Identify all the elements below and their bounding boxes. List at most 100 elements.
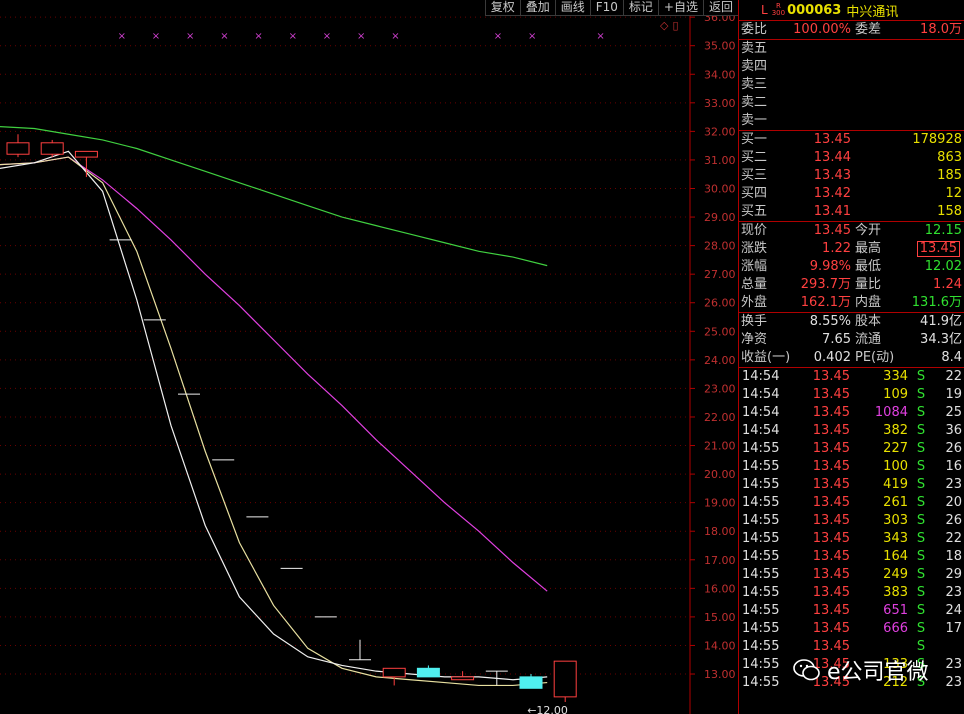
- quote-label: 外盘: [741, 295, 768, 310]
- tick-count: 23: [945, 585, 962, 600]
- tick-list[interactable]: 14:54 13.45 334 S 22 14:54 13.45 109 S 19…: [739, 368, 964, 692]
- tick-count: 23: [945, 675, 962, 690]
- ask-row[interactable]: 卖五: [739, 40, 964, 58]
- tick-side: S: [916, 495, 926, 510]
- tick-volume: 419: [883, 477, 908, 492]
- tick-time: 14:55: [742, 513, 780, 528]
- y-tick-label: 23.00: [704, 382, 736, 395]
- y-tick-label: 20.00: [704, 468, 736, 481]
- tick-row[interactable]: 14:55 13.45 303 S 26: [739, 512, 964, 530]
- fund-label-2: 流通: [855, 332, 882, 347]
- quote-row: 外盘 162.1万 内盘 131.6万: [739, 294, 964, 312]
- quote-label-2: 量比: [855, 277, 882, 292]
- quote-value-2: 12.15: [924, 223, 962, 238]
- tick-row[interactable]: 14:55 13.45 666 S 17: [739, 620, 964, 638]
- x-marker: ×: [391, 31, 399, 42]
- tick-price: 13.45: [812, 567, 850, 582]
- tick-count: [934, 638, 962, 656]
- x-marker: ×: [323, 31, 331, 42]
- tick-time: 14:55: [742, 603, 780, 618]
- tick-count: 16: [945, 459, 962, 474]
- toolbar-button-6[interactable]: 返回: [702, 0, 738, 16]
- tick-row[interactable]: 14:55 13.45 261 S 20: [739, 494, 964, 512]
- tick-time: 14:55: [742, 531, 780, 546]
- x-marker: ×: [220, 31, 228, 42]
- wechat-icon: [793, 659, 820, 681]
- toolbar-button-4[interactable]: 标记: [622, 0, 658, 16]
- tick-time: 14:55: [742, 441, 780, 456]
- bid-row[interactable]: 买五 13.41 158: [739, 203, 964, 221]
- tick-row[interactable]: 14:55 13.45 383 S 23: [739, 584, 964, 602]
- ask-row[interactable]: 卖三: [739, 76, 964, 94]
- tick-row[interactable]: 14:54 13.45 109 S 19: [739, 386, 964, 404]
- tick-price: 13.45: [812, 549, 850, 564]
- fund-label: 收益(一): [741, 350, 791, 365]
- y-tick-label: 32.00: [704, 125, 736, 138]
- quote-label: 总量: [741, 277, 768, 292]
- order-diff-label: 委差: [855, 22, 882, 37]
- kline-chart[interactable]: 36.0035.0034.0033.0032.0031.0030.0029.00…: [0, 0, 738, 714]
- bid-price: 13.42: [813, 186, 851, 201]
- bid-row[interactable]: 买四 13.42 12: [739, 185, 964, 203]
- tick-count: 26: [945, 441, 962, 456]
- quote-row: 现价 13.45 今开 12.15: [739, 222, 964, 240]
- ask-row[interactable]: 卖二: [739, 94, 964, 112]
- candle-body: [519, 676, 543, 689]
- quote-value-2: 13.45: [916, 241, 960, 257]
- fund-label: 换手: [741, 314, 768, 329]
- window-icon[interactable]: ▯: [672, 19, 678, 32]
- tick-price: 13.45: [812, 441, 850, 456]
- x-marker: ×: [118, 31, 126, 42]
- kline-chart-area[interactable]: 36.00 35.00 34.00 33.00 32.00 31.00 30.00 29.00…: [0, 0, 738, 714]
- diamond-icon[interactable]: ◇: [660, 19, 668, 32]
- tick-row[interactable]: 14:55 13.45 249 S 29: [739, 566, 964, 584]
- tick-row[interactable]: 14:54 13.45 334 S 22: [739, 368, 964, 386]
- tick-row[interactable]: 14:55 13.45 343 S 22: [739, 530, 964, 548]
- candle-body: [40, 142, 64, 155]
- ask-row[interactable]: 卖一: [739, 112, 964, 130]
- candle-body: [451, 676, 475, 681]
- tick-row[interactable]: 14:55 13.45 419 S 23: [739, 476, 964, 494]
- tick-time: 14:55: [742, 459, 780, 474]
- toolbar-button-2[interactable]: 画线: [554, 0, 590, 16]
- bid-row[interactable]: 买一 13.45 178928: [739, 131, 964, 149]
- toolbar-button-0[interactable]: 复权: [484, 0, 520, 16]
- toolbar-button-3[interactable]: F10: [589, 0, 623, 16]
- toolbar-button-5[interactable]: +自选: [657, 0, 703, 16]
- chart-toolbar: 复权 叠加 画线 F10 标记 +自选 返回: [484, 0, 738, 16]
- tick-time: 14:54: [742, 405, 780, 420]
- tick-volume: 227: [883, 441, 908, 456]
- fundamental-row: 收益(一) 0.402 PE(动) 8.4: [739, 349, 964, 367]
- tick-row[interactable]: 14:54 13.45 1084 S 25: [739, 404, 964, 422]
- bid-volume: 12: [945, 186, 962, 201]
- tick-row[interactable]: 14:55 13.45 651 S 24: [739, 602, 964, 620]
- tick-volume: 382: [883, 423, 908, 438]
- fund-value: 0.402: [813, 350, 851, 365]
- fundamental-row: 换手 8.55% 股本 41.9亿: [739, 313, 964, 331]
- watermark-text: e公司官微: [827, 660, 929, 685]
- candle-body: [553, 660, 577, 698]
- fund-value: 8.55%: [809, 314, 851, 329]
- tick-row[interactable]: 14:55 13.45 164 S 18: [739, 548, 964, 566]
- quote-value: 293.7万: [800, 277, 851, 292]
- fundamental-row: 净资 7.65 流通 34.3亿: [739, 331, 964, 349]
- quote-value: 162.1万: [800, 295, 851, 310]
- bid-row[interactable]: 买二 13.44 863: [739, 149, 964, 167]
- tick-count: 23: [945, 657, 962, 672]
- toolbar-button-1[interactable]: 叠加: [519, 0, 555, 16]
- y-tick-label: 31.00: [704, 154, 736, 167]
- tick-side: S: [916, 441, 926, 456]
- quote-row: 涨跌 1.22 最高 13.45: [739, 240, 964, 258]
- y-tick-label: 22.00: [704, 411, 736, 424]
- tick-row[interactable]: 14:55 13.45 227 S 26: [739, 440, 964, 458]
- x-marker: ×: [357, 31, 365, 42]
- wechat-watermark: e公司官微: [793, 654, 929, 686]
- tick-row[interactable]: 14:55 13.45 100 S 16: [739, 458, 964, 476]
- x-marker: ×: [494, 31, 502, 42]
- ask-row[interactable]: 卖四: [739, 58, 964, 76]
- quote-label: 涨幅: [741, 259, 768, 274]
- bid-row[interactable]: 买三 13.43 185: [739, 167, 964, 185]
- tick-row[interactable]: 14:54 13.45 382 S 36: [739, 422, 964, 440]
- tick-price: 13.45: [812, 369, 850, 384]
- r-mark: R 300: [771, 2, 786, 17]
